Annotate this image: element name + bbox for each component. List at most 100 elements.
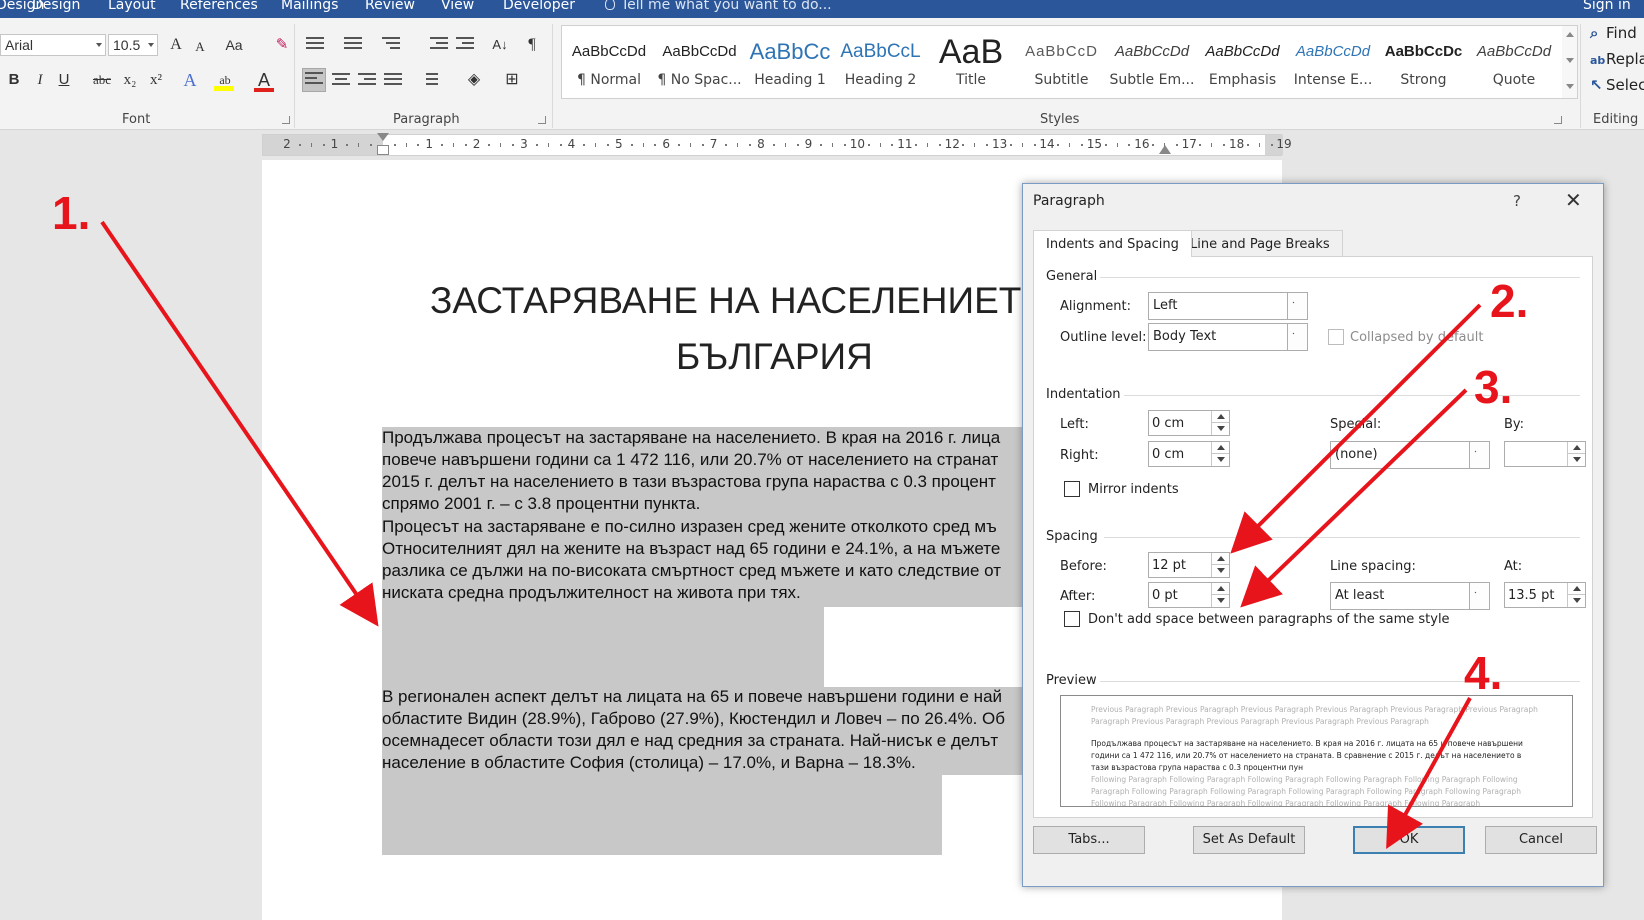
alignment-select[interactable]: Left [1148,292,1308,320]
style-item[interactable]: AaBbCcDd Quote [1469,26,1559,98]
spinner-arrows-icon[interactable] [1211,411,1229,435]
style-item[interactable]: AaBbCcDd Subtle Em... [1107,26,1197,98]
italic-button[interactable]: I [30,68,50,92]
style-item[interactable]: AaBbCcDd Emphasis [1198,26,1288,98]
text-effects-icon[interactable]: A [180,68,200,92]
menu-references-tab[interactable]: References [180,0,258,13]
paragraph-dialog-launcher-icon[interactable] [538,116,546,124]
bullets-icon[interactable] [304,34,326,54]
document-title-line2[interactable]: БЪЛГАРИЯ [676,336,873,378]
style-item[interactable]: AaBbCcDd Intense E... [1288,26,1378,98]
chevron-down-icon[interactable] [1469,442,1489,468]
align-right-icon[interactable] [356,70,378,90]
indent-right-spinner[interactable]: 0 cm [1148,441,1230,467]
tab-line-and-page-breaks[interactable]: Line and Page Breaks [1177,230,1343,256]
collapsed-checkbox[interactable] [1328,329,1344,345]
clear-formatting-icon[interactable]: ✎ [272,33,292,57]
styles-gallery-scroll[interactable] [1562,25,1578,99]
spacing-before-spinner[interactable]: 12 pt [1148,552,1230,578]
style-item[interactable]: AaBbCc Heading 1 [745,26,835,98]
mirror-indents-checkbox[interactable] [1064,481,1080,497]
menu-developer-tab[interactable]: Developer [503,0,575,13]
font-color-icon[interactable]: A [254,68,274,92]
set-as-default-button[interactable]: Set As Default [1193,826,1305,854]
spinner-arrows-icon[interactable] [1211,583,1229,607]
paragraph-3[interactable]: В регионален аспект делът на лицата на 6… [382,686,1005,774]
align-center-icon[interactable] [330,70,352,90]
strikethrough-button[interactable]: abc [92,68,112,92]
cancel-button[interactable]: Cancel [1485,826,1597,854]
paragraph-2[interactable]: Процесът на застаряване е по-силно израз… [382,516,1001,604]
style-item[interactable]: AaBbCcDc Strong [1379,26,1469,98]
align-left-button[interactable] [302,68,326,92]
style-item[interactable]: AaBbCcD Subtitle [1017,26,1107,98]
spinner-arrows-icon[interactable] [1211,442,1229,466]
dont-add-space-checkbox[interactable] [1064,611,1080,627]
replace-button[interactable]: abRepla [1590,50,1644,68]
numbering-icon[interactable] [342,34,364,54]
style-item[interactable]: AaBbCcL Heading 2 [836,26,926,98]
menu-review-tab[interactable]: Review [365,0,415,13]
spinner-arrows-icon[interactable] [1211,553,1229,577]
ok-button[interactable]: OK [1353,826,1465,854]
borders-icon[interactable]: ⊞ [502,68,522,92]
outline-level-select[interactable]: Body Text [1148,323,1308,351]
styles-gallery[interactable]: AaBbCcDd ¶ Normal AaBbCcDd ¶ No Spac... AaBb… [561,25,1564,99]
help-button[interactable]: ? [1513,192,1521,210]
tabs-button[interactable]: Tabs... [1033,826,1145,854]
menu-layout-tab[interactable]: Layout [108,0,156,13]
chevron-down-icon[interactable] [1287,324,1307,350]
paragraph-1[interactable]: Продължава процесът на застаряване на на… [382,427,1000,515]
horizontal-ruler[interactable]: 2 1 1 2 3 4 5 6 7 8 9 10 11 12 13 14 15 16 17 18 19 [262,133,1292,156]
increase-indent-icon[interactable] [454,34,476,54]
change-case-button[interactable]: Aa [224,33,244,57]
shading-icon[interactable]: ◈ [464,68,484,92]
menu-design-tab[interactable]: Design [32,0,80,13]
spacing-after-spinner[interactable]: 0 pt [1148,582,1230,608]
menu-view-tab[interactable]: View [441,0,474,13]
show-marks-icon[interactable]: ¶ [522,33,542,57]
tell-me-search[interactable]: Tell me what you want to do... [605,0,832,13]
find-button[interactable]: ⌕ Find [1590,24,1637,42]
styles-dialog-launcher-icon[interactable] [1554,116,1562,124]
sign-in-link[interactable]: Sign in [1583,0,1631,13]
indent-left-spinner[interactable]: 0 cm [1148,410,1230,436]
right-indent-marker[interactable] [1159,145,1171,154]
document-title-line1[interactable]: ЗАСТАРЯВАНЕ НА НАСЕЛЕНИЕТ [430,280,1021,322]
chevron-down-icon[interactable] [1287,293,1307,319]
style-item[interactable]: AaBbCcDd ¶ Normal [564,26,654,98]
spinner-arrows-icon[interactable] [1567,583,1585,607]
multilevel-list-icon[interactable] [380,34,402,54]
bold-button[interactable]: B [4,68,24,92]
select-button[interactable]: ↖ Selec [1590,76,1644,94]
style-item[interactable]: AaBbCcDd ¶ No Spac... [655,26,745,98]
shrink-font-button[interactable]: A [190,35,210,59]
close-icon[interactable]: ✕ [1565,188,1582,212]
gallery-more-icon[interactable] [1566,84,1574,89]
tab-indents-and-spacing[interactable]: Indents and Spacing [1033,230,1192,257]
subscript-button[interactable]: x₂ [120,68,140,92]
highlight-color-icon[interactable]: ab [214,68,236,92]
line-spacing-select[interactable]: At least [1330,582,1490,610]
spinner-arrows-icon[interactable] [1567,442,1585,466]
gallery-up-icon[interactable] [1566,32,1574,37]
style-item[interactable]: AaB Title [926,26,1016,98]
at-spinner[interactable]: 13.5 pt [1504,582,1586,608]
font-dialog-launcher-icon[interactable] [282,116,290,124]
decrease-indent-icon[interactable] [428,34,450,54]
first-line-indent-marker[interactable] [377,133,389,141]
menu-mailings-tab[interactable]: Mailings [281,0,338,13]
gallery-down-icon[interactable] [1566,58,1574,63]
underline-button[interactable]: U [54,68,74,92]
line-spacing-icon[interactable] [418,70,440,90]
font-size-combo[interactable]: 10.5 [108,34,158,56]
special-select[interactable]: (none) [1330,441,1490,469]
chevron-down-icon[interactable] [1469,583,1489,609]
justify-icon[interactable] [382,70,404,90]
grow-font-button[interactable]: A [166,33,186,57]
sort-icon[interactable]: A↓ [490,33,510,57]
font-name-combo[interactable]: Arial [0,34,106,56]
superscript-button[interactable]: x² [146,68,166,92]
by-spinner[interactable] [1504,441,1586,467]
left-indent-marker[interactable] [377,145,389,155]
